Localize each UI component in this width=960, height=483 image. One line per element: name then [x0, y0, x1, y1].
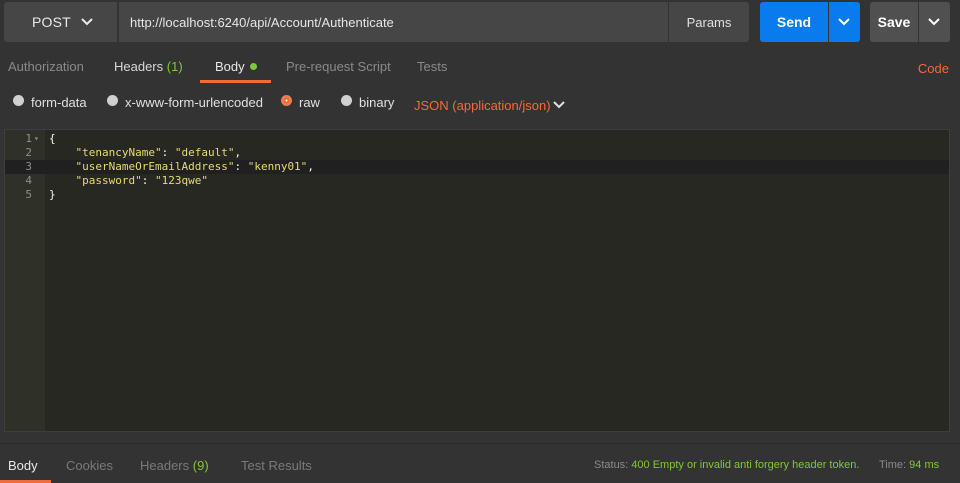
tab-prerequest-script[interactable]: Pre-request Script	[286, 59, 391, 74]
tab-authorization[interactable]: Authorization	[8, 59, 84, 74]
chevron-down-icon[interactable]	[552, 98, 566, 112]
tab-body[interactable]: Body	[215, 59, 257, 74]
status-value: 400 Empty or invalid anti forgery header…	[631, 459, 860, 471]
radio-binary[interactable]: binary	[341, 94, 395, 110]
response-status: Status: 400 Empty or invalid anti forger…	[594, 459, 859, 471]
tab-headers-label: Headers	[114, 59, 164, 74]
method-select[interactable]: POST	[4, 2, 117, 42]
method-label: POST	[32, 14, 71, 30]
body-editor[interactable]: 1 ▾ { 2 "tenancyName": "default", 3 "use…	[4, 129, 950, 432]
editor-line: 5 }	[5, 188, 949, 202]
line-number: 5	[25, 188, 32, 201]
code-text: "userNameOrEmailAddress": "kenny01",	[75, 160, 314, 173]
editor-line: 1 ▾ {	[5, 132, 949, 146]
radio-icon	[13, 94, 24, 106]
json-key: "tenancyName"	[75, 146, 162, 159]
response-tab-test-results[interactable]: Test Results	[241, 458, 312, 473]
line-number: 2	[25, 146, 32, 159]
send-button[interactable]: Send	[760, 2, 828, 42]
fold-arrow-icon[interactable]: ▾	[34, 132, 39, 146]
time-value: 94 ms	[909, 459, 940, 471]
tab-headers-count: (1)	[166, 59, 183, 74]
radio-binary-label: binary	[359, 95, 395, 110]
radio-urlencoded[interactable]: x-www-form-urlencoded	[107, 94, 263, 110]
code-text: "tenancyName": "default",	[75, 146, 242, 159]
response-tab-body[interactable]: Body	[8, 458, 38, 473]
line-number: 1	[25, 132, 32, 145]
radio-form-data[interactable]: form-data	[13, 94, 87, 110]
status-label: Status:	[594, 459, 629, 471]
line-number: 3	[25, 160, 32, 173]
content-type-select[interactable]: JSON (application/json)	[414, 98, 551, 113]
json-value: "123qwe"	[154, 174, 208, 187]
params-button[interactable]: Params	[669, 2, 749, 42]
radio-icon	[107, 94, 118, 106]
tab-headers[interactable]: Headers (1)	[114, 59, 183, 74]
line-number: 4	[25, 174, 32, 187]
json-key: "userNameOrEmailAddress"	[75, 160, 235, 173]
json-comma: ,	[234, 146, 242, 159]
editor-line-current: 3 "userNameOrEmailAddress": "kenny01",	[5, 160, 949, 174]
save-button[interactable]: Save	[870, 2, 918, 42]
url-text: http://localhost:6240/api/Account/Authen…	[130, 14, 394, 30]
editor-line: 2 "tenancyName": "default",	[5, 146, 949, 160]
radio-icon	[341, 94, 352, 106]
json-comma: ,	[307, 160, 314, 173]
tab-body-label: Body	[215, 59, 245, 74]
chevron-down-icon	[81, 18, 93, 26]
active-tab-indicator	[200, 80, 271, 83]
response-tab-headers[interactable]: Headers (9)	[140, 458, 209, 473]
radio-raw-label: raw	[299, 95, 320, 110]
radio-urlencoded-label: x-www-form-urlencoded	[125, 95, 263, 110]
tab-tests[interactable]: Tests	[417, 59, 447, 74]
json-key: "password"	[75, 174, 142, 187]
code-text: }	[49, 188, 56, 201]
radio-form-data-label: form-data	[31, 95, 87, 110]
response-tab-headers-label: Headers	[140, 458, 190, 473]
json-value: "kenny01"	[247, 160, 308, 173]
response-tab-cookies[interactable]: Cookies	[66, 458, 113, 473]
time-label: Time:	[879, 459, 907, 471]
response-tab-headers-count: (9)	[192, 458, 209, 473]
radio-raw[interactable]: raw	[281, 94, 320, 110]
code-text: {	[49, 132, 56, 145]
body-modified-dot-icon	[249, 63, 257, 70]
response-time: Time: 94 ms	[879, 459, 939, 471]
json-value: "default"	[174, 146, 235, 159]
radio-selected-icon	[281, 94, 292, 106]
chevron-down-icon	[928, 18, 940, 26]
save-options-button[interactable]	[919, 2, 950, 42]
send-options-button[interactable]	[829, 2, 860, 42]
code-link[interactable]: Code	[918, 61, 949, 76]
code-text: "password": "123qwe"	[75, 174, 208, 187]
url-input[interactable]: http://localhost:6240/api/Account/Authen…	[119, 2, 668, 42]
editor-line: 4 "password": "123qwe"	[5, 174, 949, 188]
chevron-down-icon	[838, 18, 850, 26]
